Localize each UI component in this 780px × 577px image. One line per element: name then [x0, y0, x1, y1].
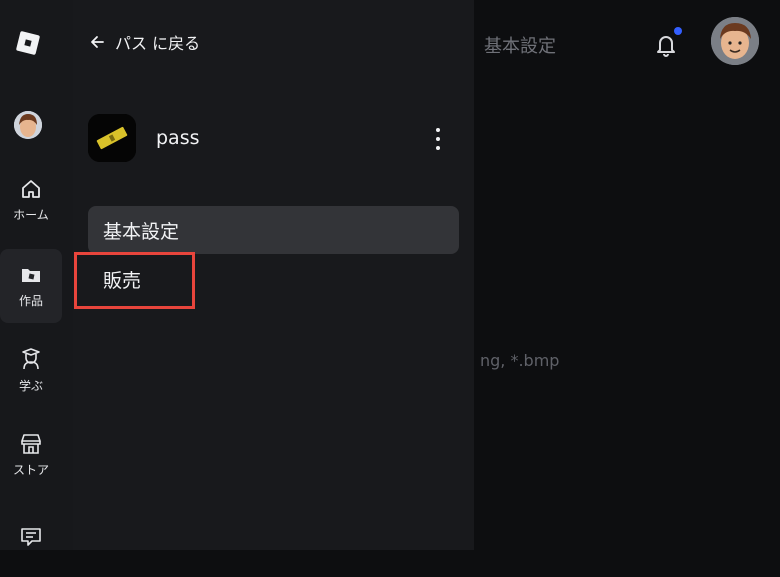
rail-item-label: 学ぶ: [18, 378, 43, 393]
pass-thumbnail: [88, 114, 136, 162]
nav-basic-settings[interactable]: 基本設定: [88, 206, 459, 254]
file-type-hint: ng, *.bmp: [480, 351, 560, 370]
notification-dot: [674, 27, 682, 35]
arrow-left-icon: [91, 36, 104, 48]
back-to-pass-button[interactable]: パス に戻る: [89, 30, 200, 54]
rail-avatar[interactable]: [14, 111, 42, 139]
main-page-title: 基本設定: [484, 36, 556, 57]
more-options-icon[interactable]: [428, 128, 448, 150]
rail-item-creations[interactable]: 作品: [0, 249, 62, 323]
roblox-logo-icon[interactable]: [15, 30, 41, 56]
highlight-box: [74, 252, 195, 309]
home-icon: [22, 179, 40, 198]
user-avatar[interactable]: [711, 17, 759, 65]
back-label: パス に戻る: [115, 34, 201, 53]
left-rail: ホーム 作品 学ぶ ストア: [0, 0, 74, 550]
rail-item-learn[interactable]: 学ぶ: [0, 333, 62, 407]
item-name: pass: [156, 127, 200, 149]
graduation-icon: [22, 347, 40, 369]
nav-label: 基本設定: [103, 220, 180, 243]
rail-item-label: ストア: [12, 462, 49, 477]
store-icon: [21, 433, 41, 454]
rail-item-label: 作品: [18, 293, 43, 308]
rail-item-label: ホーム: [13, 207, 49, 222]
rail-item-home[interactable]: ホーム: [0, 163, 62, 237]
folder-icon: [22, 268, 40, 282]
rail-item-messages[interactable]: [0, 503, 62, 577]
notification-bell-icon[interactable]: [655, 33, 677, 57]
message-icon: [21, 528, 41, 546]
rail-item-store[interactable]: ストア: [0, 418, 62, 492]
